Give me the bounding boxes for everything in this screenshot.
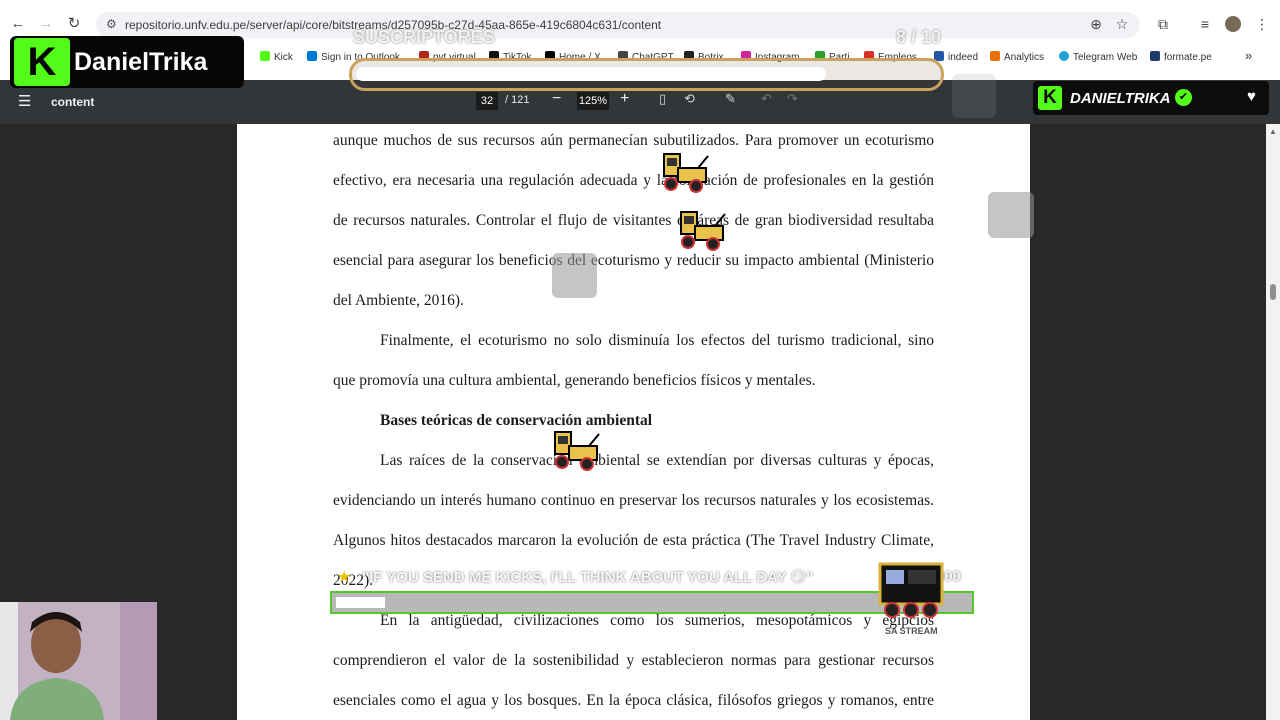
mining-cart-icon: [554, 431, 600, 471]
kick-logo-icon: K: [1038, 86, 1062, 110]
sticker-label: SA STREAM: [885, 626, 938, 636]
page-number-input[interactable]: 32: [476, 92, 498, 110]
menu-icon[interactable]: ⋮: [1251, 13, 1273, 35]
streamer-name: DanielTrika: [74, 48, 208, 76]
channel-name: DANIELTRIKA: [1070, 90, 1171, 107]
text-line: aunque muchos de sus recursos aún perman…: [333, 132, 934, 149]
bookmark-analytics[interactable]: Analytics: [990, 51, 1044, 63]
text-line: comprendieron el valor de la sostenibili…: [333, 652, 934, 669]
zoom-in-button[interactable]: +: [620, 90, 629, 108]
extensions-icon[interactable]: ⧉: [1152, 13, 1174, 35]
cat-sticker-icon: [952, 74, 996, 118]
kick-channel-banner: K DANIELTRIKA ✔ ♥: [1033, 81, 1269, 115]
kicks-goal-fill: [336, 597, 385, 608]
fit-page-icon[interactable]: ▯: [659, 91, 666, 107]
star-icon[interactable]: ☆: [1111, 13, 1133, 35]
text-line: efectivo, era necesaria una regulación a…: [333, 172, 934, 189]
more-bookmarks-icon[interactable]: »: [1245, 48, 1252, 63]
reload-icon[interactable]: ↻: [63, 13, 85, 35]
cat-sticker-icon: [988, 192, 1034, 238]
streamer-logo: K DanielTrika: [10, 36, 244, 88]
cat-sticker-icon: [552, 253, 597, 298]
train-sticker-icon: [878, 562, 944, 618]
scroll-thumb[interactable]: [1270, 284, 1276, 300]
verified-icon: ✔: [1175, 89, 1192, 106]
redo-icon[interactable]: ↷: [787, 91, 798, 107]
kicks-goal-text: "IF YOU SEND ME KICKS, I'LL THINK ABOUT …: [362, 569, 814, 586]
section-heading: Bases teóricas de conservación ambiental: [380, 412, 653, 429]
heart-icon: ♥: [1247, 88, 1256, 105]
subs-goal-bar: [349, 58, 944, 91]
hamburger-menu-icon[interactable]: ☰: [18, 92, 31, 110]
text-line: Algunos hitos destacados marcaron la evo…: [333, 532, 934, 549]
subs-goal-fill: [356, 67, 826, 81]
text-line: Las raíces de la conservación ambiental …: [380, 452, 934, 469]
back-icon[interactable]: ←: [7, 13, 29, 35]
bookmark-formate[interactable]: formate.pe: [1150, 51, 1212, 63]
page-total: / 121: [505, 94, 530, 106]
document-title: content: [51, 95, 95, 109]
forward-icon[interactable]: →: [35, 13, 57, 35]
address-bar[interactable]: ⚙ repositorio.unfv.edu.pe/server/api/cor…: [96, 12, 1140, 38]
bookmark-kick[interactable]: Kick: [260, 51, 293, 63]
text-line: del Ambiente, 2016).: [333, 292, 464, 309]
star-icon: ★: [337, 569, 352, 586]
rotate-icon[interactable]: ⟲: [684, 91, 695, 107]
annotate-icon[interactable]: ✎: [725, 91, 736, 107]
bookmark-indeed[interactable]: indeed: [934, 51, 978, 63]
subs-goal-count: 8 / 10: [896, 27, 942, 47]
webcam-feed: [0, 602, 157, 720]
text-line: que promovía una cultura ambiental, gene…: [333, 372, 816, 389]
zoom-icon[interactable]: ⊕: [1085, 13, 1107, 35]
subs-goal-label: SUSCRIPTORES: [353, 27, 495, 47]
site-info-icon[interactable]: ⚙: [106, 17, 117, 31]
text-line: esenciales como el agua y los bosques. E…: [333, 692, 934, 709]
text-line: En la antigüedad, civilizaciones como lo…: [380, 612, 934, 629]
bookmark-telegram[interactable]: Telegram Web: [1059, 51, 1137, 63]
profile-icon[interactable]: [1222, 13, 1244, 35]
mining-cart-icon: [680, 211, 726, 251]
kick-logo-icon: K: [14, 38, 70, 86]
scroll-up-icon[interactable]: ▲: [1269, 127, 1277, 136]
text-line: de recursos naturales. Controlar el fluj…: [333, 212, 934, 229]
media-icon[interactable]: ≡: [1194, 13, 1216, 35]
zoom-out-button[interactable]: −: [552, 90, 561, 108]
zoom-level-input[interactable]: 125%: [577, 92, 609, 110]
text-line: evidenciando un interés humano continuo …: [333, 492, 934, 509]
undo-icon[interactable]: ↶: [761, 91, 772, 107]
text-line: Finalmente, el ecoturismo no solo dismin…: [380, 332, 934, 349]
text-line: esencial para asegurar los beneficios de…: [333, 252, 934, 269]
mining-cart-icon: [663, 153, 709, 193]
scrollbar[interactable]: ▲: [1266, 124, 1280, 720]
